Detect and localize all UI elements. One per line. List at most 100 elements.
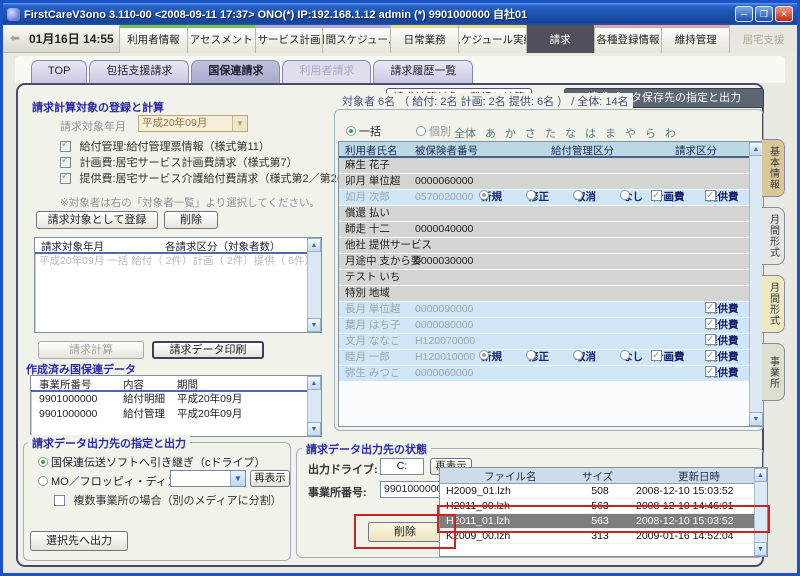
table-row[interactable]: 長月 単位超0000090000提供費	[339, 302, 749, 317]
kubun-radio-新規[interactable]: 新規	[479, 190, 526, 205]
provide-checkbox[interactable]: 提供費	[705, 302, 739, 317]
kubun-radio-新規[interactable]: 新規	[479, 350, 526, 365]
file-row-H2011_00.lzh[interactable]: H2011_00.lzh5632008-12-10 14:46:01	[440, 499, 754, 514]
provide-checkbox[interactable]: 提供費	[705, 334, 739, 349]
subtab-請求履歴一覧[interactable]: 請求履歴一覧	[373, 60, 473, 83]
nav-tab-利用者情報[interactable]: 利用者情報	[119, 25, 187, 53]
kana-filter-か[interactable]: か	[505, 125, 516, 141]
nav-tab-月間スケジュール[interactable]: 月間スケジュール	[322, 25, 390, 53]
nav-tab-維持管理[interactable]: 維持管理	[661, 25, 729, 53]
target-month-select[interactable]: 平成20年09月 ▼	[138, 115, 248, 132]
media-refresh-button[interactable]: 再表示	[250, 470, 290, 487]
plan-checkbox[interactable]: 計画費	[651, 350, 685, 365]
table-row[interactable]: テスト いち	[339, 270, 749, 285]
register-target-button[interactable]: 請求対象として登録	[36, 211, 158, 229]
table-row[interactable]: 特別 地域	[339, 286, 749, 301]
nav-tab-アセスメント[interactable]: アセスメント	[187, 25, 255, 53]
month-list-scrollbar[interactable]: ▲ ▼	[307, 238, 321, 332]
print-data-button[interactable]: 請求データ印刷	[152, 341, 264, 359]
table-row[interactable]: 睦月 一郎H120010000新規修正取消なし計画費提供費	[339, 350, 749, 365]
nav-tab-スケジュール実績[interactable]: スケジュール実績	[458, 25, 526, 53]
radio-transfer-software[interactable]: 国保連伝送ソフトへ引き継ぎ（cドライブ）	[38, 454, 266, 470]
targets-table-scrollbar[interactable]: ▲ ▼	[749, 142, 763, 426]
checkbox-multi-office[interactable]: 複数事業所の場合（別のメディアに分割）	[54, 491, 282, 509]
subtab-包括支援請求[interactable]: 包括支援請求	[89, 60, 189, 83]
nav-tab-各種登録情報[interactable]: 各種登録情報	[594, 25, 662, 53]
file-list-scrollbar[interactable]: ▲ ▼	[754, 468, 767, 556]
checkbox-teikyo[interactable]: 提供費:居宅サービス介護給付費請求（様式第2／第2の2）	[60, 169, 365, 187]
output-to-selected-button[interactable]: 選択先へ出力	[30, 531, 128, 551]
provide-checkbox[interactable]: 提供費	[705, 190, 739, 205]
table-row[interactable]: 文月 ななこH120070000提供費	[339, 334, 749, 349]
file-list[interactable]: ファイル名 サイズ 更新日時 H2009_01.lzh5082008-12-10…	[439, 467, 768, 557]
media-select[interactable]: ▼	[170, 470, 246, 487]
minimize-button[interactable]: ─	[735, 6, 753, 22]
subtab-国保連請求[interactable]: 国保連請求	[191, 60, 280, 83]
side-tab-基本情報-0[interactable]: 基本情報	[762, 139, 785, 197]
table-row[interactable]: 卯月 単位超0000060000	[339, 174, 749, 189]
file-row-H2011_01.lzh[interactable]: H2011_01.lzh5632008-12-10 15:03:52	[440, 514, 754, 529]
month-list-row[interactable]: 平成20年09月 一括 給付（ 2件）計画（ 2件）提供（ 6件）	[35, 254, 321, 268]
radio-individual[interactable]: 個別	[416, 123, 451, 139]
table-row[interactable]: 弥生 みつこ0000060000提供費	[339, 366, 749, 381]
subtab-TOP[interactable]: TOP	[31, 60, 87, 83]
created-list-scrollbar[interactable]: ▲ ▼	[307, 376, 321, 436]
kubun-radio-取消[interactable]: 取消	[573, 350, 620, 365]
title-bar[interactable]: FirstCareV3ono 3.110-00 <2008-09-11 17:3…	[3, 3, 797, 25]
table-row[interactable]: 葉月 はち子0000080000提供費	[339, 318, 749, 333]
kubun-radio-取消[interactable]: 取消	[573, 190, 620, 205]
file-row-H2009_01.lzh[interactable]: H2009_01.lzh5082008-12-10 15:03:52	[440, 484, 754, 499]
delete-target-button[interactable]: 削除	[164, 211, 218, 229]
drive-input[interactable]: C:	[380, 458, 424, 475]
scroll-down-icon[interactable]: ▼	[307, 318, 321, 332]
kana-filter-わ[interactable]: わ	[665, 125, 676, 141]
kana-filter-あ[interactable]: あ	[485, 125, 496, 141]
table-row[interactable]: 他社 提供サービス	[339, 238, 749, 253]
kana-filter-全体[interactable]: 全体	[454, 125, 476, 141]
file-row-K2009_00.lzh[interactable]: K2009_00.lzh3132009-01-16 14:52:04	[440, 529, 754, 544]
scroll-up-icon[interactable]: ▲	[754, 468, 767, 482]
calc-button[interactable]: 請求計算	[38, 341, 144, 359]
side-tab-月間形式-2[interactable]: 月間形式	[762, 275, 785, 333]
table-row[interactable]: 償還 払い	[339, 206, 749, 221]
provide-checkbox[interactable]: 提供費	[705, 318, 739, 333]
scroll-down-icon[interactable]: ▼	[307, 422, 321, 436]
scroll-down-icon[interactable]: ▼	[754, 542, 767, 556]
scroll-up-icon[interactable]: ▲	[749, 142, 763, 156]
scroll-up-icon[interactable]: ▲	[307, 376, 321, 390]
back-icon[interactable]: ⬅	[10, 31, 20, 45]
created-data-row[interactable]: 9901000000給付明細平成20年09月	[31, 392, 321, 407]
close-button[interactable]: ✕	[775, 6, 793, 22]
kana-filter-や[interactable]: や	[625, 125, 636, 141]
provide-checkbox[interactable]: 提供費	[705, 366, 739, 381]
provide-checkbox[interactable]: 提供費	[705, 350, 739, 365]
table-row[interactable]: 麻生 花子	[339, 158, 749, 173]
kana-filter-ま[interactable]: ま	[605, 125, 616, 141]
delete-file-button[interactable]: 削除	[368, 522, 442, 542]
kana-filter-ら[interactable]: ら	[645, 125, 656, 141]
nav-tab-サービス計画[interactable]: サービス計画	[255, 25, 323, 53]
nav-tab-居宅支援[interactable]: 居宅支援	[729, 25, 797, 53]
scroll-down-icon[interactable]: ▼	[749, 412, 763, 426]
kubun-radio-修正[interactable]: 修正	[526, 350, 573, 365]
nav-tab-請求[interactable]: 請求	[526, 25, 594, 53]
month-list[interactable]: 請求対象年月 各請求区分（対象者数） 平成20年09月 一括 給付（ 2件）計画…	[34, 237, 322, 333]
maximize-button[interactable]: ❐	[755, 6, 773, 22]
kana-filter-た[interactable]: た	[545, 125, 556, 141]
side-tab-事業所-3[interactable]: 事業所	[762, 343, 785, 401]
radio-mo-floppy[interactable]: MO／フロッピィ・ディスク	[38, 473, 189, 489]
kubun-radio-修正[interactable]: 修正	[526, 190, 573, 205]
plan-checkbox[interactable]: 計画費	[651, 190, 685, 205]
created-data-row[interactable]: 9901000000給付管理平成20年09月	[31, 407, 321, 422]
table-row[interactable]: 如月 次郎0570020000新規修正取消なし計画費提供費	[339, 190, 749, 205]
kana-filter-さ[interactable]: さ	[525, 125, 536, 141]
scroll-up-icon[interactable]: ▲	[307, 238, 321, 252]
subtab-利用者請求[interactable]: 利用者請求	[282, 60, 371, 83]
table-row[interactable]: 師走 十二0000040000	[339, 222, 749, 237]
side-tab-月間形式-1[interactable]: 月間形式	[762, 207, 785, 265]
table-row[interactable]: 月途中 支から要0000030000	[339, 254, 749, 269]
created-data-list[interactable]: 事業所番号 内容 期間 9901000000給付明細平成20年09月990100…	[30, 375, 322, 437]
kana-filter-な[interactable]: な	[565, 125, 576, 141]
kana-filter-は[interactable]: は	[585, 125, 596, 141]
nav-tab-日常業務[interactable]: 日常業務	[390, 25, 458, 53]
